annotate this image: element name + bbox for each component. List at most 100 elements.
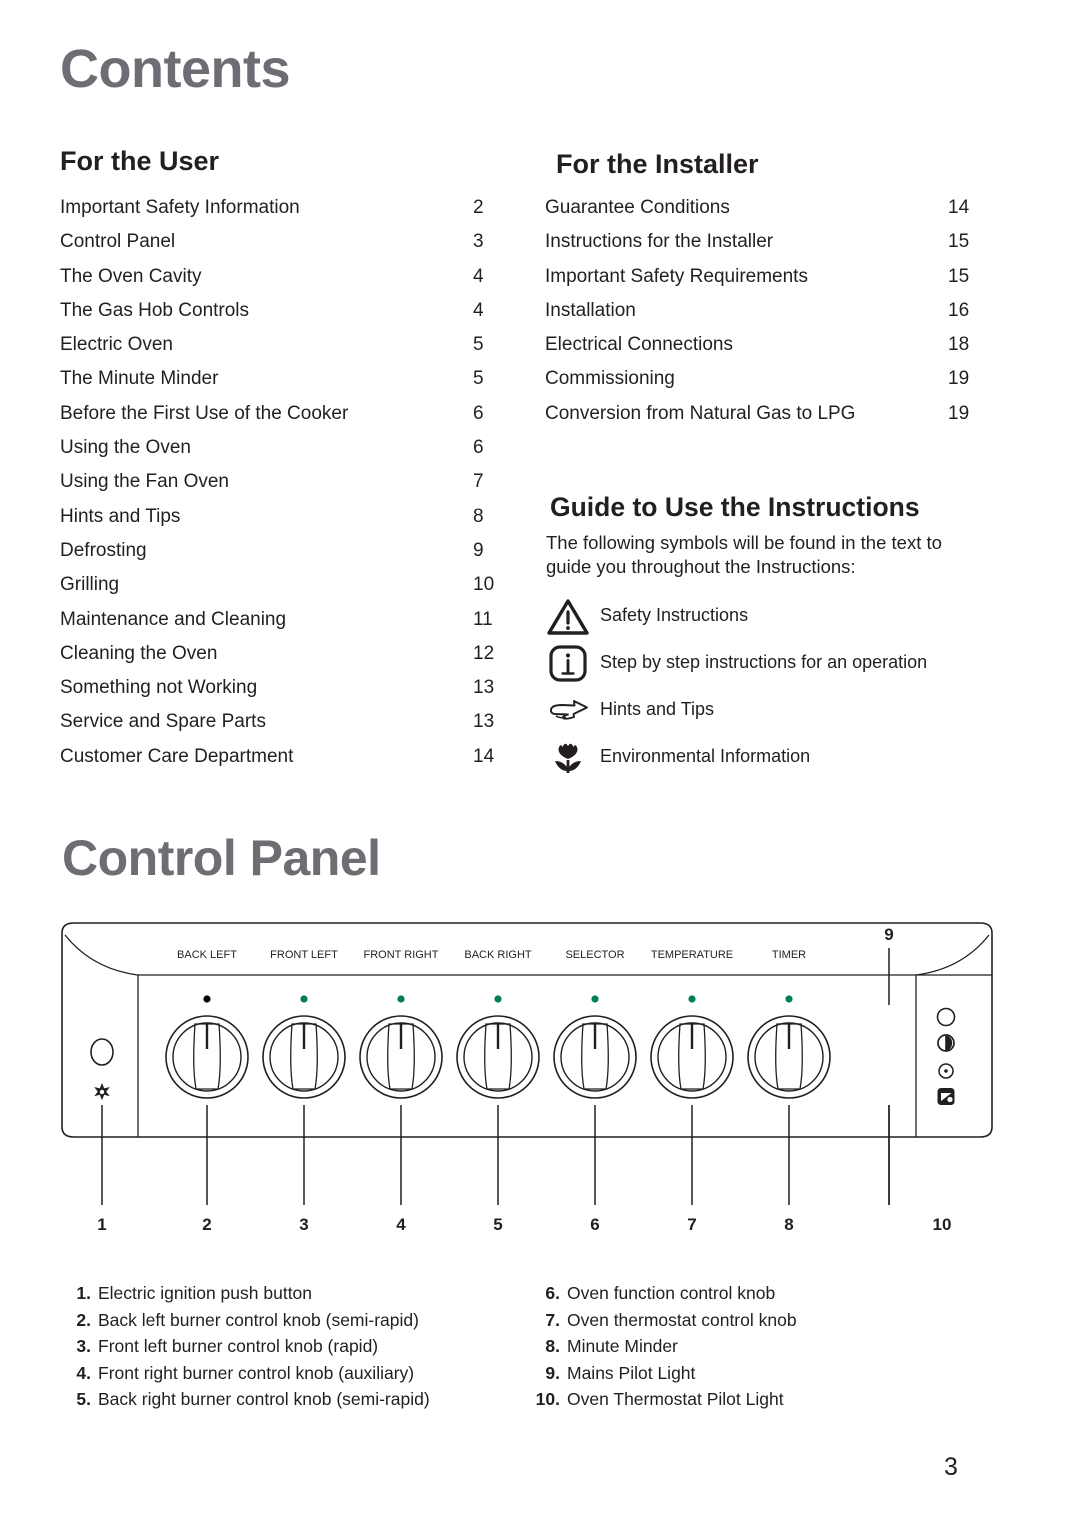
toc-row[interactable]: Cleaning the Oven 12 [60,643,494,677]
legend-row: 5. Back right burner control knob (semi-r… [60,1389,521,1416]
guide-symbol-list: Safety Instructions Step by step instruct… [540,592,990,780]
toc-row[interactable]: Electrical Connections 18 [545,334,982,368]
toc-row[interactable]: Installation 16 [545,300,982,334]
legend-row: 6. Oven function control knob [529,1283,990,1310]
callout-9-label: 9 [884,925,893,944]
control-knob-front-right[interactable] [359,995,443,1099]
toc-user-item-page: 6 [473,402,484,424]
toc-installer-item-title: Electrical Connections [545,334,733,356]
toc-row[interactable]: Customer Care Department 14 [60,746,494,780]
toc-user-item-page: 6 [473,437,484,459]
toc-row[interactable]: Something not Working 13 [60,677,494,711]
toc-user-item-page: 12 [473,642,495,664]
toc-user-item-title: Control Panel [60,231,176,253]
toc-row[interactable]: Guarantee Conditions 14 [545,197,982,231]
toc-row[interactable]: Important Safety Information 2 [60,197,492,231]
toc-row[interactable]: Service and Spare Parts 13 [60,711,494,745]
knob-label-selector: SELECTOR [565,949,624,961]
callout-number-8: 8 [784,1215,793,1234]
callout-number-4: 4 [396,1215,406,1234]
legend-row: 7. Oven thermostat control knob [529,1310,990,1337]
toc-row[interactable]: Conversion from Natural Gas to LPG 19 [545,403,982,437]
pilot-lights-cluster [936,1007,956,1105]
toc-user-item-page: 13 [473,677,495,699]
toc-installer-item-page: 16 [948,299,970,321]
callout-number-3: 3 [299,1215,308,1234]
toc-user-item-page: 10 [473,574,495,596]
legend-row: 4. Front right burner control knob (auxil… [60,1363,521,1390]
callout-number-1: 1 [97,1215,106,1234]
toc-user-item-page: 4 [473,299,484,321]
toc-user-item-title: Using the Fan Oven [60,471,229,493]
legend-number: 5. [76,1389,91,1410]
toc-row[interactable]: Electric Oven 5 [60,334,492,368]
control-knob-selector[interactable] [553,995,637,1099]
toc-user-item-title: Defrosting [60,539,147,561]
tulip-flower-icon [555,743,581,773]
toc-row[interactable]: Using the Oven 6 [60,437,492,471]
toc-row[interactable]: The Gas Hob Controls 4 [60,300,492,334]
legend-column-left: 1. Electric ignition push button 2. Back le… [60,1283,521,1416]
ignition-push-button [90,1038,114,1066]
control-knob-temperature[interactable] [650,995,734,1099]
legend-number: 10. [535,1389,560,1410]
toc-installer-item-page: 18 [948,334,970,356]
toc-row[interactable]: Before the First Use of the Cooker 6 [60,403,492,437]
guide-symbol-row: Step by step instructions for an operati… [540,639,990,686]
toc-installer-item-page: 15 [948,265,970,287]
for-the-installer-heading: For the Installer [556,149,759,179]
control-knob-timer[interactable] [747,995,831,1099]
legend-text: Oven thermostat control knob [567,1309,797,1330]
legend-row: 8. Minute Minder [529,1336,990,1363]
toc-row[interactable]: Grilling 10 [60,574,494,608]
guide-heading: Guide to Use the Instructions [550,492,920,522]
knob-label-front-right: FRONT RIGHT [364,949,439,961]
toc-row[interactable]: Using the Fan Oven 7 [60,471,492,505]
toc-user-item-page: 2 [473,197,484,218]
toc-row[interactable]: Hints and Tips 8 [60,506,492,540]
legend-number: 7. [545,1309,560,1330]
toc-user-item-page: 11 [473,608,493,630]
legend-number: 2. [76,1309,91,1330]
control-knob-front-left[interactable] [262,995,346,1099]
toc-user-item-title: The Gas Hob Controls [60,299,250,321]
info-box-icon [549,644,587,682]
legend-text: Minute Minder [567,1336,678,1357]
toc-row[interactable]: Instructions for the Installer 15 [545,231,982,265]
toc-row[interactable]: Maintenance and Cleaning 11 [60,609,493,643]
callout-number-5: 5 [493,1215,502,1234]
toc-row[interactable]: The Minute Minder 5 [60,368,492,402]
oven-thermostat-pilot-light [938,1063,954,1079]
knob-label-temperature: TEMPERATURE [651,949,733,961]
legend-row: 3. Front left burner control knob (rapid) [60,1336,521,1363]
toc-row[interactable]: Commissioning 19 [545,368,982,402]
oven-thermostat-icon [937,1088,955,1105]
control-knob-back-left[interactable] [165,995,249,1099]
toc-installer-item-page: 14 [948,197,970,218]
legend-row: 1. Electric ignition push button [60,1283,521,1310]
legend-text: Oven Thermostat Pilot Light [567,1389,784,1410]
mains-pilot-light [936,1007,956,1027]
toc-row[interactable]: Important Safety Requirements 15 [545,266,982,300]
legend-row: 9. Mains Pilot Light [529,1363,990,1390]
callout-number-10: 10 [933,1215,952,1234]
toc-user-item-title: Before the First Use of the Cooker [60,402,349,424]
toc-user-item-page: 8 [473,505,484,527]
control-knob-back-right[interactable] [456,995,540,1099]
guide-symbol-row: Environmental Information [540,733,990,780]
legend-text: Back right burner control knob (semi-rap… [98,1389,430,1410]
knob-label-front-left: FRONT LEFT [270,949,338,961]
toc-user-item-page: 5 [473,334,484,356]
toc-row[interactable]: Control Panel 3 [60,231,492,265]
toc-installer-item-page: 19 [948,368,970,390]
tulip-flower-icon-wrap [540,735,596,779]
legend-number: 8. [545,1336,560,1357]
toc-installer-item-page: 19 [948,402,970,424]
legend-column-right: 6. Oven function control knob 7. Oven therm… [521,1283,990,1416]
toc-user-item-title: Hints and Tips [60,505,181,527]
toc-row[interactable]: The Oven Cavity 4 [60,266,492,300]
toc-installer-item-title: Conversion from Natural Gas to LPG [545,402,856,424]
toc-installer-item-title: Guarantee Conditions [545,197,730,218]
toc-row[interactable]: Defrosting 9 [60,540,492,574]
toc-user-item-title: Grilling [60,574,120,596]
